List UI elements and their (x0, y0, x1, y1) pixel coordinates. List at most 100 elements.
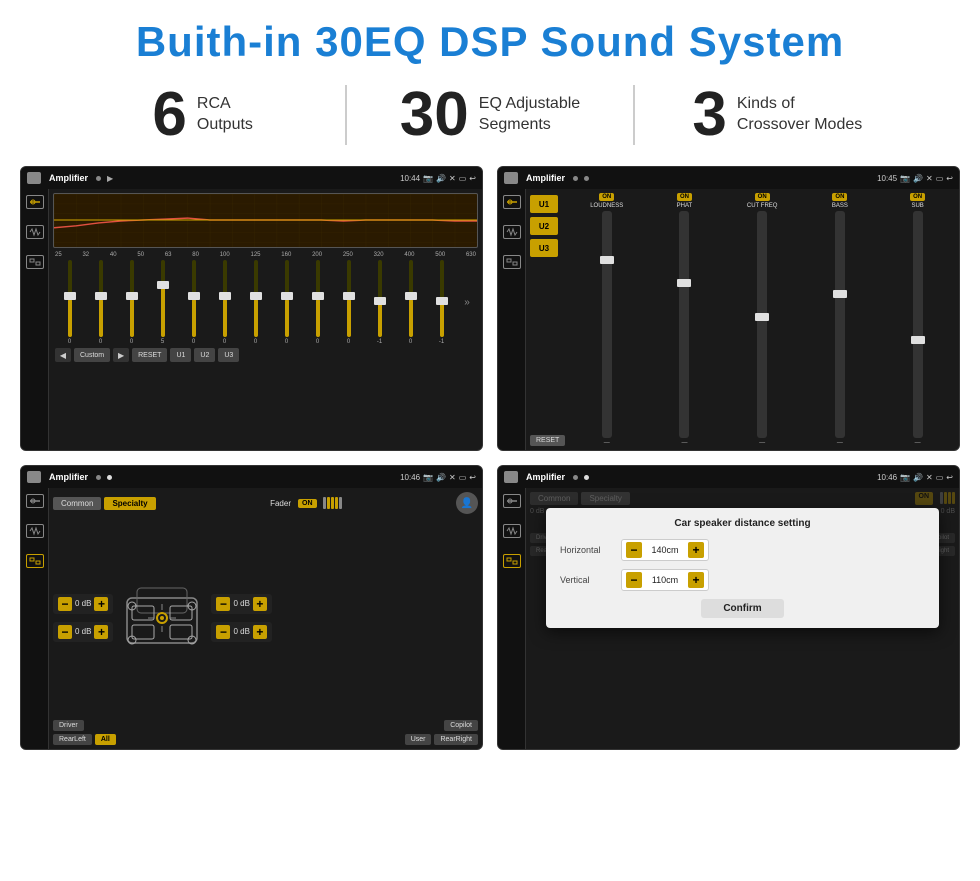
eq-slider-12[interactable]: 0 (396, 260, 425, 345)
eq-slider-11[interactable]: -1 (365, 260, 394, 345)
screen2-content: U1 U2 U3 RESET ON LOUDNESS (526, 189, 959, 450)
eq-slider-5[interactable]: 0 (179, 260, 208, 345)
tick-2 (327, 497, 330, 509)
eq-slider-7[interactable]: 0 (241, 260, 270, 345)
s2-filter-icon[interactable] (503, 195, 521, 209)
screen2-home-icon[interactable] (504, 172, 518, 184)
s4-tick-3 (948, 492, 951, 504)
preset-buttons: U1 U2 U3 RESET (530, 193, 565, 446)
eq-slider-4[interactable]: 5 (148, 260, 177, 345)
screen4-home-icon[interactable] (504, 471, 518, 483)
vol-bl-minus[interactable]: − (58, 625, 72, 639)
s2-wave-icon[interactable] (503, 225, 521, 239)
vol-tr-minus[interactable]: − (216, 597, 230, 611)
crossover-sliders: ON LOUDNESS — ON PHAT (569, 193, 955, 446)
screen1-title: Amplifier (49, 173, 88, 183)
loudness-label: LOUDNESS (590, 203, 623, 209)
eq-slider-1[interactable]: 0 (55, 260, 84, 345)
vertical-minus[interactable]: − (626, 572, 642, 588)
screen3-home-icon[interactable] (27, 471, 41, 483)
eq-slider-3[interactable]: 0 (117, 260, 146, 345)
preset-u3[interactable]: U3 (530, 239, 558, 257)
screen1-status-right: 10:44 📷 🔊 ✕ ▭ ↩ (400, 174, 476, 183)
eq-u1-btn[interactable]: U1 (170, 348, 191, 362)
s2-balance-icon[interactable] (503, 255, 521, 269)
freq-500: 500 (435, 252, 445, 258)
screen3-close: ✕ (449, 473, 456, 482)
horizontal-plus[interactable]: + (688, 542, 704, 558)
stat-eq-label: EQ AdjustableSegments (479, 94, 580, 136)
screen2-dot2 (584, 176, 589, 181)
eq-u2-btn[interactable]: U2 (194, 348, 215, 362)
cutfreq-group: ON CUT FREQ — (725, 193, 800, 446)
screen1-time: 10:44 (400, 174, 420, 183)
crossover-reset-btn[interactable]: RESET (530, 435, 565, 446)
eq-prev-btn[interactable]: ◀ (55, 348, 71, 362)
vol-bl-plus[interactable]: + (94, 625, 108, 639)
bass-slider-thumb[interactable] (833, 290, 847, 298)
eq-next-btn[interactable]: ▶ (113, 348, 129, 362)
all-btn[interactable]: All (95, 734, 116, 745)
vol-br-plus[interactable]: + (253, 625, 267, 639)
vol-tl-minus[interactable]: − (58, 597, 72, 611)
s4-filter-icon[interactable] (503, 494, 521, 508)
eq-custom-label[interactable]: Custom (74, 348, 110, 362)
screen3-title: Amplifier (49, 472, 88, 482)
sub-on-badge[interactable]: ON (910, 193, 925, 201)
horizontal-minus[interactable]: − (626, 542, 642, 558)
preset-u1[interactable]: U1 (530, 195, 558, 213)
screen4-main: Common Specialty ON 0 dB (526, 488, 959, 749)
s3-wave-icon[interactable] (26, 524, 44, 538)
sub-slider-thumb[interactable] (911, 336, 925, 344)
close-icon: ✕ (449, 174, 456, 183)
driver-btn[interactable]: Driver (53, 720, 84, 731)
rearleft-btn[interactable]: RearLeft (53, 734, 92, 745)
vol-ctrl-bl: − 0 dB + (53, 622, 113, 642)
s3-balance-icon[interactable] (26, 554, 44, 568)
cutfreq-on-badge[interactable]: ON (755, 193, 770, 201)
eq-slider-10[interactable]: 0 (334, 260, 363, 345)
horizontal-ctrl: − 140cm + (621, 539, 709, 561)
cutfreq-slider-thumb[interactable] (755, 313, 769, 321)
expand-arrows[interactable]: » (458, 260, 476, 345)
tab-specialty[interactable]: Specialty (104, 497, 155, 510)
vol-tr-plus[interactable]: + (253, 597, 267, 611)
phat-on-badge[interactable]: ON (677, 193, 692, 201)
vol-tl-plus[interactable]: + (94, 597, 108, 611)
eq-balance-icon[interactable] (26, 255, 44, 269)
vol-ctrl-br: − 0 dB + (211, 622, 271, 642)
home-icon[interactable] (27, 172, 41, 184)
copilot-btn[interactable]: Copilot (444, 720, 478, 731)
fader-on-badge[interactable]: ON (298, 499, 317, 508)
eq-slider-13[interactable]: -1 (427, 260, 456, 345)
s3-filter-icon[interactable] (26, 494, 44, 508)
confirm-button[interactable]: Confirm (701, 599, 783, 618)
loudness-on-badge[interactable]: ON (599, 193, 614, 201)
freq-32: 32 (82, 252, 89, 258)
phat-slider-thumb[interactable] (677, 279, 691, 287)
s4-balance-icon[interactable] (503, 554, 521, 568)
s4-wave-icon[interactable] (503, 524, 521, 538)
eq-filter-icon[interactable] (26, 195, 44, 209)
eq-reset-btn[interactable]: RESET (132, 348, 167, 362)
eq-slider-9[interactable]: 0 (303, 260, 332, 345)
bass-on-badge[interactable]: ON (832, 193, 847, 201)
screen2-title: Amplifier (526, 173, 565, 183)
vol-br-minus[interactable]: − (216, 625, 230, 639)
tab-common[interactable]: Common (53, 497, 101, 510)
eq-slider-6[interactable]: 0 (210, 260, 239, 345)
screen4-vol: 🔊 (913, 473, 923, 482)
user-btn[interactable]: User (405, 734, 432, 745)
rearright-btn[interactable]: RearRight (434, 734, 478, 745)
phat-val: — (681, 440, 687, 446)
eq-slider-2[interactable]: 0 (86, 260, 115, 345)
eq-slider-8[interactable]: 0 (272, 260, 301, 345)
profile-icon[interactable]: 👤 (456, 492, 478, 514)
eq-wave-icon[interactable] (26, 225, 44, 239)
eq-u3-btn[interactable]: U3 (218, 348, 239, 362)
screen1-statusbar: Amplifier ▶ 10:44 📷 🔊 ✕ ▭ ↩ (21, 167, 482, 189)
loudness-slider-thumb[interactable] (600, 256, 614, 264)
distance-dialog: Car speaker distance setting Horizontal … (546, 508, 939, 628)
vertical-plus[interactable]: + (688, 572, 704, 588)
preset-u2[interactable]: U2 (530, 217, 558, 235)
